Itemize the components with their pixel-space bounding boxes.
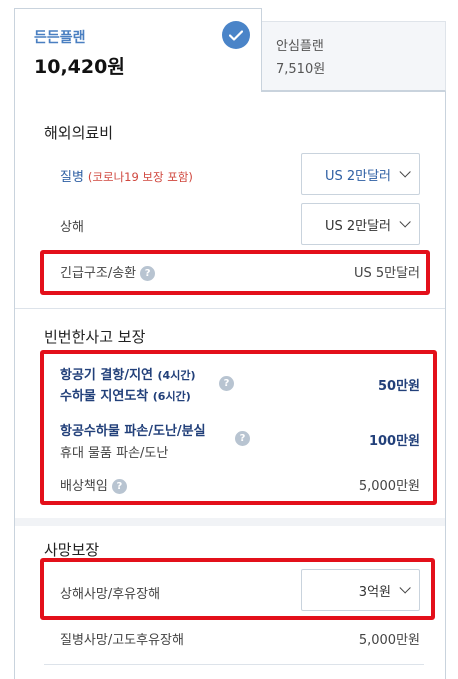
divider [15, 308, 445, 309]
plan-price: 10,420원 [34, 56, 125, 78]
plan-tab-ansim[interactable]: 안심플랜 7,510원 [262, 21, 446, 91]
highlight-box-rescue [40, 250, 430, 295]
illness-label: 질병 (코로나19 보장 포함) [60, 170, 193, 185]
plan-name: 안심플랜 [276, 39, 324, 54]
check-icon [222, 21, 250, 49]
illness-coverage-select[interactable]: US 2만달러 [301, 153, 420, 195]
section-title-medical: 해외의료비 [44, 124, 114, 142]
injury-coverage-select[interactable]: US 2만달러 [301, 203, 420, 245]
covid-note: (코로나19 보장 포함) [87, 170, 193, 184]
plan-tab-dendeun[interactable]: 든든플랜 10,420원 [14, 8, 262, 92]
section-title-frequent: 빈번한사고 보장 [44, 328, 146, 346]
section-divider [15, 518, 445, 526]
chevron-down-icon [399, 216, 411, 228]
injury-label: 상해 [60, 220, 84, 235]
divider [44, 664, 424, 665]
section-title-death: 사망보장 [44, 541, 100, 559]
plan-name: 든든플랜 [34, 30, 86, 46]
highlight-box-frequent [40, 350, 437, 505]
plan-price: 7,510원 [276, 62, 326, 77]
illness-death-value: 5,000만원 [358, 633, 420, 648]
illness-death-label: 질병사망/고도후유장해 [60, 633, 184, 648]
chevron-down-icon [399, 166, 411, 178]
highlight-box-death [40, 558, 435, 620]
